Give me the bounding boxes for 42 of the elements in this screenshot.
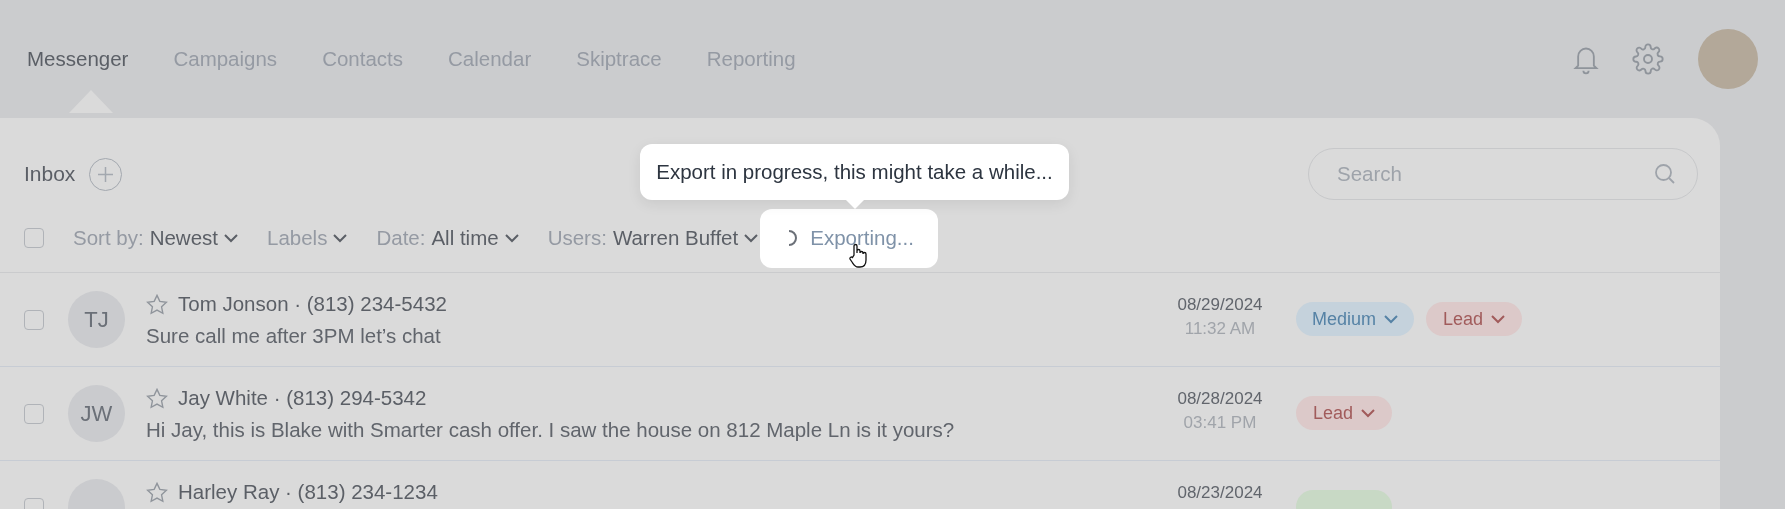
star-icon[interactable] bbox=[146, 481, 168, 503]
chevron-down-icon bbox=[1384, 314, 1399, 324]
select-all-checkbox[interactable] bbox=[24, 228, 44, 248]
filter-dropdown[interactable]: Date: All time bbox=[376, 226, 519, 250]
search-field[interactable]: Search bbox=[1308, 148, 1698, 200]
message-date: 08/23/2024 bbox=[1177, 483, 1263, 503]
chevron-down-icon bbox=[744, 233, 759, 243]
label-tag[interactable]: Lead bbox=[1426, 302, 1523, 336]
message-date: 08/29/2024 bbox=[1177, 295, 1263, 315]
settings-icon[interactable] bbox=[1632, 43, 1664, 75]
contact-avatar: JW bbox=[68, 385, 125, 442]
row-checkbox[interactable] bbox=[24, 404, 44, 424]
star-icon[interactable] bbox=[146, 387, 168, 409]
chevron-down-icon bbox=[1491, 314, 1506, 324]
nav-tab[interactable]: Messenger bbox=[27, 40, 129, 77]
message-preview: Hi Jay, this is Blake with Smarter cash offer. I saw the house on 812 Maple Ln is it yours? bbox=[146, 418, 956, 442]
search-icon bbox=[1654, 163, 1676, 185]
filter-dropdown[interactable]: Sort by: Newest bbox=[73, 226, 238, 250]
chevron-down-icon bbox=[224, 233, 238, 243]
filter-dropdown[interactable]: Users: Warren Buffet bbox=[547, 226, 759, 250]
message-time: 11:32 AM bbox=[1184, 319, 1256, 339]
chevron-down-icon bbox=[1361, 408, 1375, 418]
label-tag[interactable]: Lead bbox=[1296, 396, 1392, 430]
chevron-down-icon bbox=[504, 233, 519, 243]
export-tooltip: Export in progress, this might take a while... bbox=[640, 143, 1069, 200]
export-button[interactable]: Exporting... bbox=[760, 208, 938, 268]
filter-dropdown[interactable]: Labels bbox=[267, 226, 348, 250]
message-time: 03:41 PM bbox=[1183, 413, 1257, 433]
contact-avatar: TJ bbox=[68, 291, 125, 348]
contact-name: Tom Jonson · (813) 234-5432 bbox=[178, 292, 447, 316]
label-tag[interactable]: Medium bbox=[1296, 302, 1415, 336]
message-date: 08/28/2024 bbox=[1177, 389, 1263, 409]
star-icon[interactable] bbox=[146, 293, 168, 315]
plus-icon bbox=[97, 165, 115, 183]
user-avatar[interactable] bbox=[1698, 29, 1758, 89]
message-preview: Sure call me after 3PM let’s chat bbox=[146, 324, 442, 348]
row-checkbox[interactable] bbox=[24, 310, 44, 330]
tooltip-arrow bbox=[846, 199, 865, 209]
contact-name: Jay White · (813) 294-5342 bbox=[178, 386, 427, 410]
contact-name: Harley Ray · (813) 234-1234 bbox=[178, 480, 438, 504]
chevron-down-icon bbox=[333, 233, 348, 243]
inbox-title: Inbox bbox=[24, 162, 76, 186]
